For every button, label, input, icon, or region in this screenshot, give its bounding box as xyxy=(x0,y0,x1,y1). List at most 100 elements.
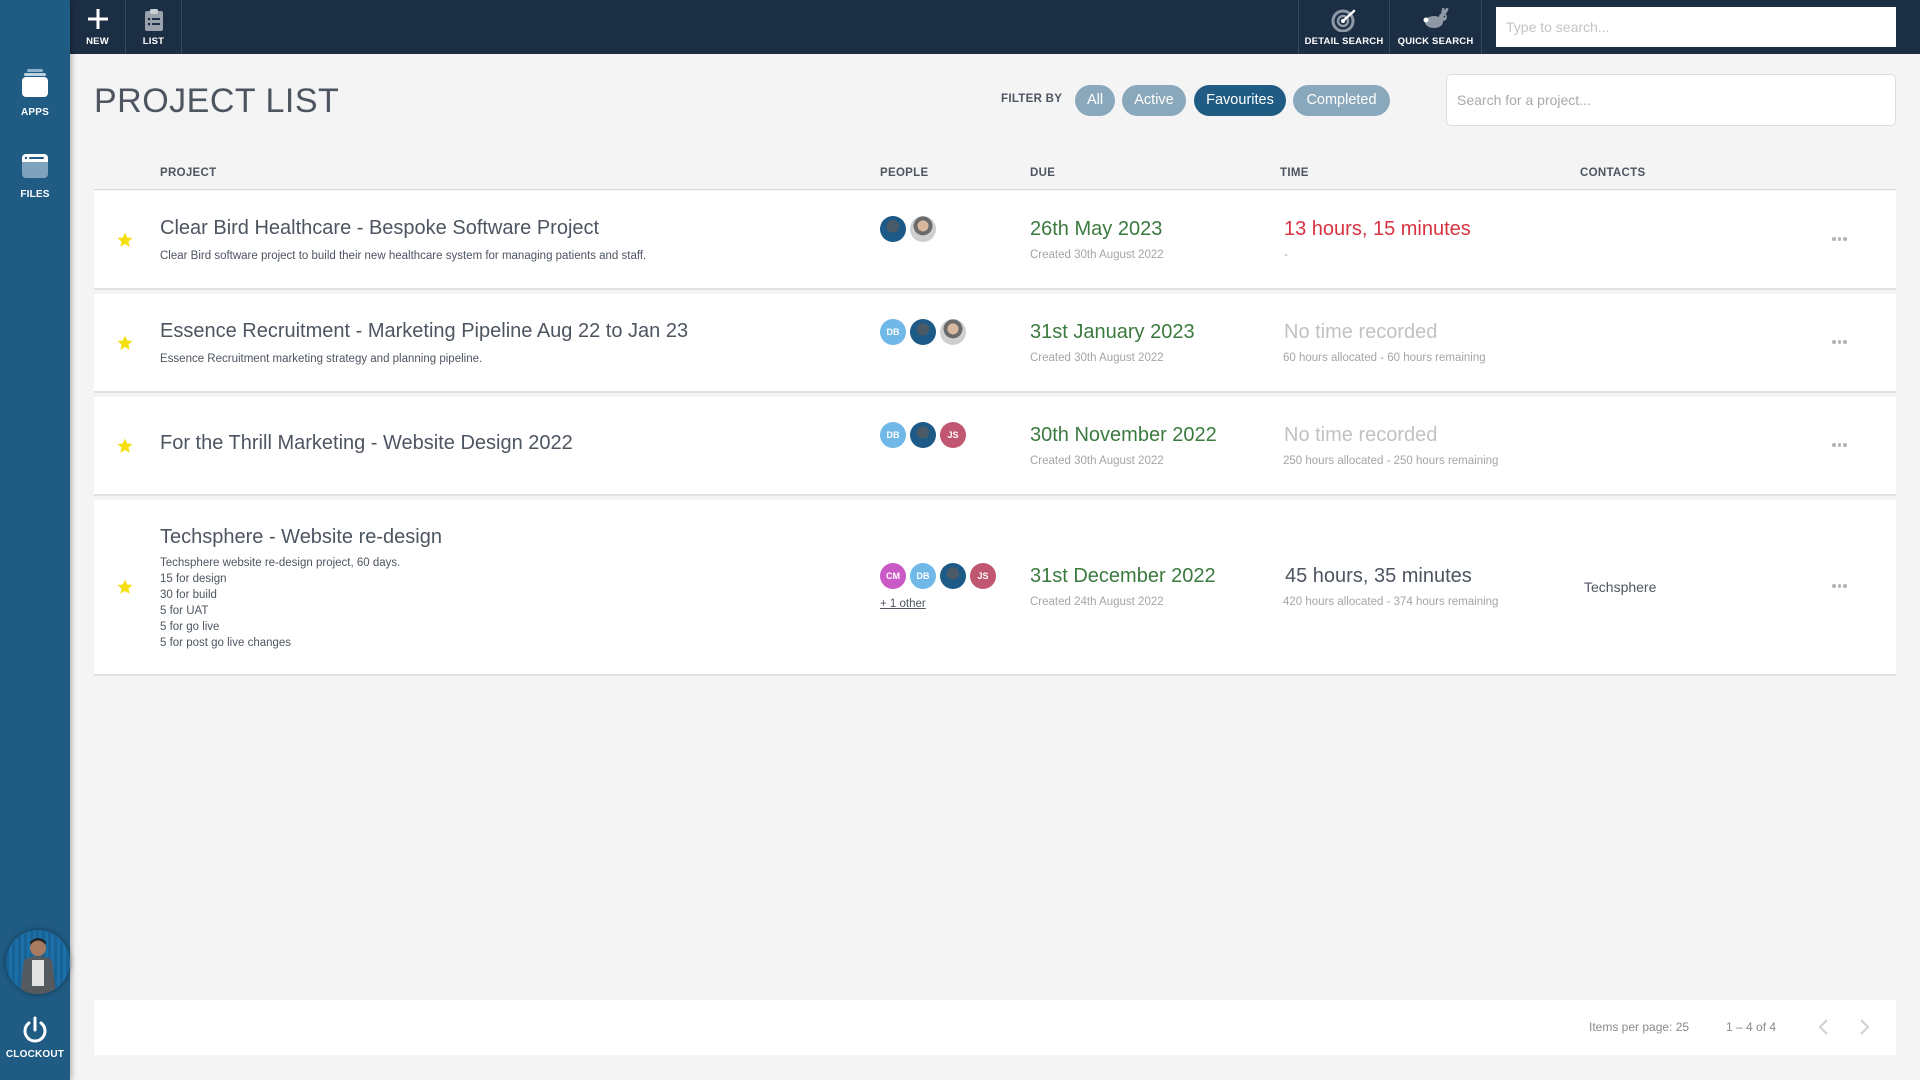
created-date: Created 30th August 2022 xyxy=(1030,249,1164,261)
person-avatar[interactable]: JS xyxy=(940,422,966,448)
time-recorded: 13 hours, 15 minutes xyxy=(1284,218,1471,241)
project-description: Clear Bird software project to build the… xyxy=(160,248,646,264)
person-avatar[interactable]: CM xyxy=(880,563,906,589)
person-avatar[interactable] xyxy=(910,422,936,448)
sidebar-item-files[interactable]: FILES xyxy=(0,152,70,200)
quick-search-label: QUICK SEARCH xyxy=(1390,36,1481,47)
detail-search-label: DETAIL SEARCH xyxy=(1299,36,1389,47)
people-list xyxy=(880,216,936,242)
due-date: 31st January 2023 xyxy=(1030,321,1195,344)
detail-search-button[interactable]: DETAIL SEARCH xyxy=(1298,0,1390,54)
next-page-icon[interactable] xyxy=(1854,1016,1874,1038)
project-description-line: 15 for design xyxy=(160,571,227,587)
filter-favourites[interactable]: Favourites xyxy=(1194,85,1286,116)
time-allocation: - xyxy=(1284,249,1288,261)
files-icon xyxy=(20,152,50,180)
person-avatar[interactable] xyxy=(910,319,936,345)
project-description: Essence Recruitment marketing strategy a… xyxy=(160,351,482,367)
column-header-due: DUE xyxy=(1030,167,1055,179)
star-icon[interactable] xyxy=(116,334,134,352)
project-row[interactable]: Essence Recruitment - Marketing Pipeline… xyxy=(94,294,1896,393)
quick-search-button[interactable]: QUICK SEARCH xyxy=(1390,0,1482,54)
due-date: 26th May 2023 xyxy=(1030,218,1162,241)
clipboard-list-icon xyxy=(144,8,164,32)
page-range: 1 – 4 of 4 xyxy=(1726,1020,1776,1034)
star-icon[interactable] xyxy=(116,437,134,455)
sidebar-item-apps[interactable]: APPS xyxy=(0,68,70,118)
more-people-link[interactable]: + 1 other xyxy=(880,598,926,610)
time-recorded: No time recorded xyxy=(1284,424,1437,447)
time-allocation: 60 hours allocated - 60 hours remaining xyxy=(1283,352,1486,364)
global-search-input[interactable] xyxy=(1496,7,1896,47)
page-title: PROJECT LIST xyxy=(94,82,339,121)
project-description-line: 5 for go live xyxy=(160,619,219,635)
created-date: Created 30th August 2022 xyxy=(1030,352,1164,364)
project-row[interactable]: Techsphere - Website re-design Techspher… xyxy=(94,500,1896,676)
more-options-icon[interactable] xyxy=(1832,440,1852,450)
apps-icon xyxy=(20,68,50,98)
plus-icon xyxy=(87,8,109,30)
column-header-project: PROJECT xyxy=(160,167,216,179)
clockout-label: CLOCKOUT xyxy=(0,1049,70,1060)
column-header-time: TIME xyxy=(1280,167,1309,179)
person-avatar[interactable] xyxy=(880,216,906,242)
new-label: NEW xyxy=(70,36,125,47)
paginator: Items per page: 25 1 – 4 of 4 xyxy=(94,1000,1896,1055)
due-date: 30th November 2022 xyxy=(1030,424,1217,447)
filter-completed[interactable]: Completed xyxy=(1293,85,1390,116)
project-description-line: 5 for post go live changes xyxy=(160,635,291,651)
star-icon[interactable] xyxy=(116,231,134,249)
time-recorded: No time recorded xyxy=(1284,321,1437,344)
person-avatar[interactable] xyxy=(910,216,936,242)
filter-by-label: FILTER BY xyxy=(1001,93,1062,105)
list-button[interactable]: LIST xyxy=(126,0,182,54)
person-avatar[interactable] xyxy=(940,319,966,345)
people-list: DB JS xyxy=(880,422,966,448)
clockout-button[interactable]: CLOCKOUT xyxy=(0,1016,70,1060)
filter-all[interactable]: All xyxy=(1075,85,1115,116)
new-button[interactable]: NEW xyxy=(70,0,126,54)
more-options-icon[interactable] xyxy=(1832,581,1852,591)
header-divider xyxy=(94,189,1896,190)
project-description-line: 5 for UAT xyxy=(160,603,208,619)
person-avatar[interactable]: JS xyxy=(970,563,996,589)
user-avatar[interactable] xyxy=(6,930,70,994)
column-header-contacts: CONTACTS xyxy=(1580,167,1645,179)
project-description-line: 30 for build xyxy=(160,587,217,603)
top-bar: NEW LIST DETAIL SEARCH QUICK SEARCH xyxy=(70,0,1920,54)
project-search-input[interactable] xyxy=(1446,74,1896,126)
created-date: Created 30th August 2022 xyxy=(1030,455,1164,467)
people-list: CM DB JS xyxy=(880,563,996,589)
more-options-icon[interactable] xyxy=(1832,234,1852,244)
list-label: LIST xyxy=(126,36,181,47)
due-date: 31st December 2022 xyxy=(1030,565,1216,588)
contact-name[interactable]: Techsphere xyxy=(1584,579,1656,595)
power-icon xyxy=(21,1016,49,1044)
filter-active[interactable]: Active xyxy=(1122,85,1186,116)
project-title[interactable]: Clear Bird Healthcare - Bespoke Software… xyxy=(160,217,599,240)
files-label: FILES xyxy=(0,189,70,200)
time-allocation: 420 hours allocated - 374 hours remainin… xyxy=(1283,596,1498,608)
apps-label: APPS xyxy=(0,107,70,118)
project-row[interactable]: For the Thrill Marketing - Website Desig… xyxy=(94,397,1896,496)
person-avatar[interactable]: DB xyxy=(880,319,906,345)
previous-page-icon[interactable] xyxy=(1814,1016,1834,1038)
radar-icon xyxy=(1331,8,1357,32)
project-description-line: Techsphere website re-design project, 60… xyxy=(160,555,400,571)
project-title[interactable]: Techsphere - Website re-design xyxy=(160,526,442,549)
person-avatar[interactable] xyxy=(940,563,966,589)
person-avatar[interactable]: DB xyxy=(880,422,906,448)
people-list: DB xyxy=(880,319,966,345)
column-header-people: PEOPLE xyxy=(880,167,928,179)
more-options-icon[interactable] xyxy=(1832,337,1852,347)
time-recorded: 45 hours, 35 minutes xyxy=(1285,565,1472,588)
items-per-page[interactable]: Items per page: 25 xyxy=(1589,1020,1689,1034)
project-row[interactable]: Clear Bird Healthcare - Bespoke Software… xyxy=(94,191,1896,290)
created-date: Created 24th August 2022 xyxy=(1030,596,1164,608)
star-icon[interactable] xyxy=(116,578,134,596)
project-title[interactable]: For the Thrill Marketing - Website Desig… xyxy=(160,432,573,455)
sidebar: APPS FILES CLOCKOUT xyxy=(0,0,70,1080)
rabbit-icon xyxy=(1421,8,1451,30)
project-title[interactable]: Essence Recruitment - Marketing Pipeline… xyxy=(160,320,688,343)
person-avatar[interactable]: DB xyxy=(910,563,936,589)
